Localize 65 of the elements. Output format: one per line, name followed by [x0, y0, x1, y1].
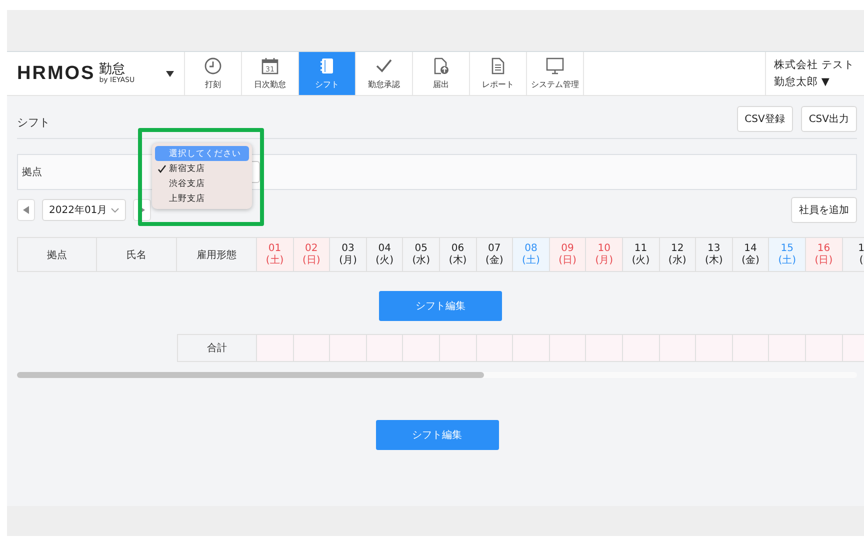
total-label: 合計 [177, 334, 257, 362]
total-cell [769, 334, 806, 362]
day-header: 11 (火) [622, 237, 660, 272]
monitor-icon [546, 57, 564, 75]
dropdown-option[interactable]: 渋谷支店 [155, 176, 249, 191]
nav-tab[interactable]: 勤怠承認 [356, 52, 413, 95]
month-select[interactable]: 2022年01月 [42, 199, 126, 221]
nav-tab[interactable]: 届出 [413, 52, 470, 95]
notebook-icon [318, 57, 336, 75]
total-cell [732, 334, 770, 362]
csv-button[interactable]: CSV登録 [736, 106, 793, 132]
day-header: 05 (水) [403, 237, 440, 272]
clock-icon [204, 57, 222, 75]
day-header: 02 (日) [294, 237, 330, 272]
chevron-down-icon [111, 208, 120, 212]
check-mark-icon [158, 164, 166, 172]
day-header: 15 (土) [769, 237, 806, 272]
day-header: 10 (月) [586, 237, 623, 272]
day-header: 06 (木) [440, 237, 477, 272]
total-cell [403, 334, 440, 362]
csv-button[interactable]: CSV出力 [800, 106, 857, 132]
total-cell [622, 334, 660, 362]
day-header: 01 (土) [257, 237, 294, 272]
total-cell [294, 334, 330, 362]
total-cell [696, 334, 733, 362]
check-icon [375, 57, 393, 75]
total-cell [366, 334, 404, 362]
total-cell [550, 334, 586, 362]
nav-tab[interactable]: 打刻 [185, 52, 242, 95]
company-name: 株式会社 テスト [774, 58, 856, 72]
day-header: 13 (木) [696, 237, 733, 272]
total-cell [257, 334, 294, 362]
dropdown-option[interactable]: 新宿支店 [155, 161, 249, 176]
previous-month-button[interactable] [17, 199, 35, 221]
user-menu[interactable]: 勤怠太郎 ▼ [774, 75, 864, 89]
scrollbar-thumb[interactable] [17, 372, 484, 378]
caret-icon[interactable] [166, 70, 174, 76]
column-header: 拠点 [17, 237, 97, 272]
day-header: 04 (火) [366, 237, 404, 272]
total-cell [330, 334, 367, 362]
logo-product: 勤怠 [99, 63, 126, 76]
total-cell [660, 334, 696, 362]
total-cell [513, 334, 550, 362]
day-header: 08 (土) [513, 237, 550, 272]
filter-label: 拠点 [22, 166, 42, 179]
nav-tab[interactable]: レポート [470, 52, 527, 95]
page-title: シフト [17, 114, 50, 130]
day-header: 12 (水) [660, 237, 696, 272]
total-cell [476, 334, 514, 362]
logo-wordmark[interactable]: HRMOS [17, 62, 96, 84]
left-triangle-icon [23, 206, 29, 214]
column-header: 氏名 [97, 237, 177, 272]
nav-tab[interactable]: システム管理 [527, 52, 584, 95]
total-cell [586, 334, 623, 362]
day-header: 09 (日) [550, 237, 586, 272]
scrollbar-track[interactable] [17, 372, 857, 378]
document-upload-icon [432, 57, 450, 75]
add-employee-button[interactable]: 社員を追加 [791, 197, 857, 223]
total-cell [806, 334, 842, 362]
total-cell [440, 334, 477, 362]
day-header: 16 (日) [806, 237, 842, 272]
document-icon [489, 57, 507, 75]
dropdown-option[interactable]: 上野支店 [155, 191, 249, 206]
day-header: 1 ( [842, 237, 864, 272]
day-header: 03 (月) [330, 237, 367, 272]
